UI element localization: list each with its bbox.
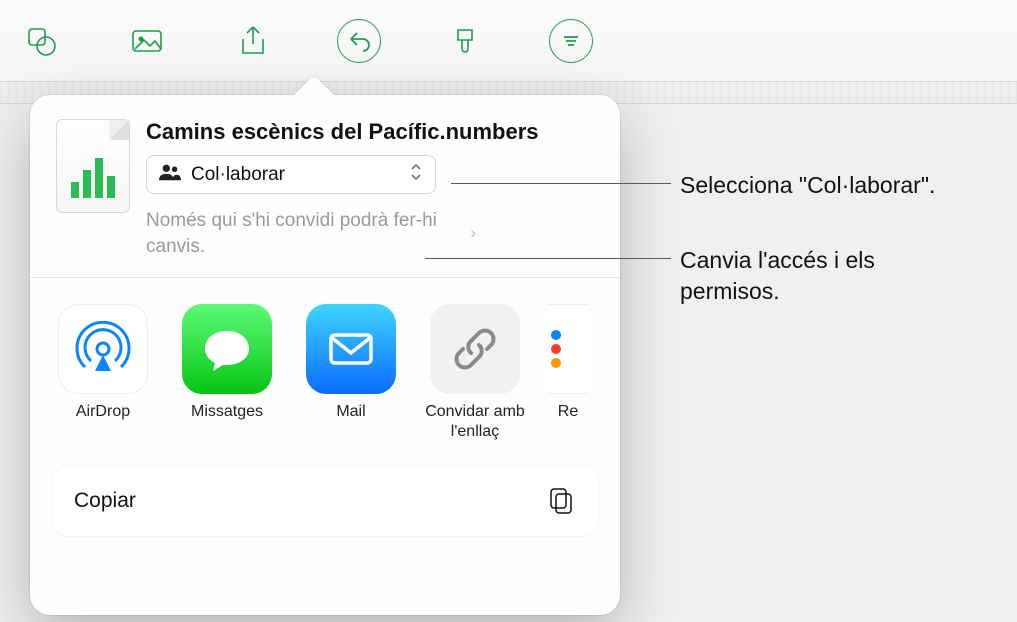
share-app-mail[interactable]: Mail bbox=[300, 304, 402, 442]
share-button[interactable] bbox=[230, 18, 276, 64]
access-permissions-link[interactable]: Només qui s'hi convidi podrà fer-hi canv… bbox=[146, 208, 476, 259]
chevron-right-icon: › bbox=[470, 222, 476, 245]
callout-change-access: Canvia l'accés i els permisos. bbox=[680, 245, 900, 307]
insert-media-button[interactable] bbox=[124, 18, 170, 64]
share-sheet-popover: Camins escènics del Pacífic.numbers Col·… bbox=[30, 95, 620, 615]
airdrop-icon bbox=[58, 304, 148, 394]
collaborate-mode-select[interactable]: Col·laborar bbox=[146, 155, 436, 194]
collaborate-mode-label: Col·laborar bbox=[191, 164, 399, 186]
copy-label: Copiar bbox=[74, 489, 136, 513]
link-icon bbox=[430, 304, 520, 394]
share-app-label: Missatges bbox=[191, 402, 263, 422]
document-title: Camins escènics del Pacífic.numbers bbox=[146, 119, 594, 145]
share-app-label: Mail bbox=[336, 402, 365, 422]
share-apps-row: AirDrop Missatges Mail Convidar amb l'en… bbox=[30, 278, 620, 466]
share-app-label: Convidar amb l'enllaç bbox=[424, 402, 526, 442]
chart-glyph-icon bbox=[71, 158, 115, 198]
mail-icon bbox=[306, 304, 396, 394]
document-icon bbox=[56, 119, 130, 213]
reminders-icon bbox=[548, 304, 588, 394]
share-sheet-header: Camins escènics del Pacífic.numbers Col·… bbox=[30, 95, 620, 278]
share-app-reminders[interactable]: Re bbox=[548, 304, 588, 442]
chevron-updown-icon bbox=[409, 163, 423, 186]
messages-icon bbox=[182, 304, 272, 394]
copy-action[interactable]: Copiar bbox=[52, 466, 598, 536]
share-app-invite-link[interactable]: Convidar amb l'enllaç bbox=[424, 304, 526, 442]
share-app-messages[interactable]: Missatges bbox=[176, 304, 278, 442]
insert-shape-button[interactable] bbox=[18, 18, 64, 64]
copy-icon bbox=[546, 486, 576, 516]
share-app-label: AirDrop bbox=[76, 402, 130, 422]
share-app-airdrop[interactable]: AirDrop bbox=[52, 304, 154, 442]
view-options-button[interactable] bbox=[548, 18, 594, 64]
callout-leader-line bbox=[425, 258, 671, 259]
share-app-label: Re bbox=[558, 402, 578, 422]
callout-select-collaborate: Selecciona "Col·laborar". bbox=[680, 170, 935, 201]
format-brush-button[interactable] bbox=[442, 18, 488, 64]
callout-leader-line bbox=[451, 183, 671, 184]
toolbar bbox=[0, 0, 1017, 82]
access-note-text: Només qui s'hi convidi podrà fer-hi canv… bbox=[146, 208, 464, 259]
people-icon bbox=[159, 163, 181, 186]
undo-button[interactable] bbox=[336, 18, 382, 64]
